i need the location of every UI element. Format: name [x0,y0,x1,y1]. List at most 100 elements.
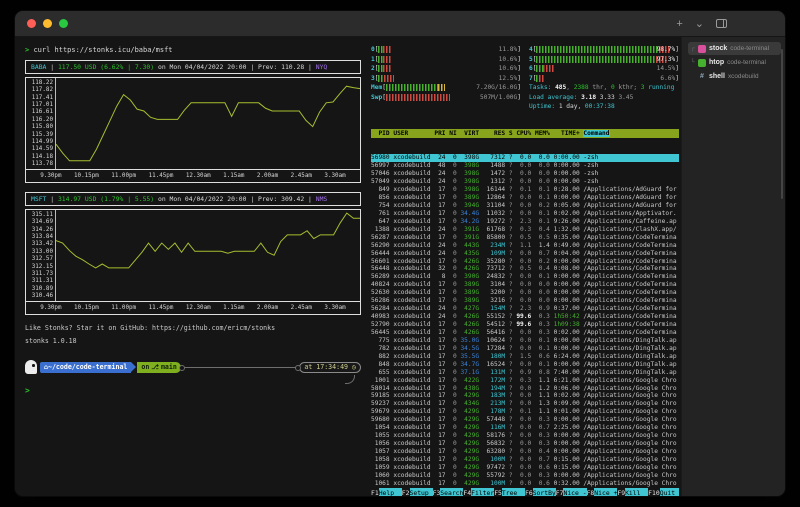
fkey-tree[interactable]: F5Tree [494,488,525,497]
y-tick-label: 311.31 [26,278,53,284]
fkey-search[interactable]: F3Search [433,488,464,497]
baba-chart-header: BABA | 117.50 USD (6.62% | 7.30) on Mon … [25,60,361,74]
stonks-terminal-pane[interactable]: > curl https://stonks.icu/baba/msft BABA… [15,37,367,497]
process-table: PID USER PRI NI VIRT RES S CPU% MEM% TIM… [371,114,679,489]
fkey-nice-[interactable]: F8Nice + [587,488,618,497]
msft-y-axis-labels: 315.11314.69314.26313.84313.42313.00312.… [26,210,56,301]
x-tick-label: 11.45pm [149,173,174,179]
process-table-header[interactable]: PID USER PRI NI VIRT RES S CPU% MEM% TIM… [371,129,679,138]
fkey-help[interactable]: F1Help [371,488,402,497]
chevron-down-icon[interactable]: ⌄ [695,19,704,29]
pane-title: stock [709,45,727,52]
process-row[interactable]: 57049 xcodebuild 24 0 398G 1312 ? 0.0 0.… [371,178,679,186]
y-tick-label: 116.61 [26,109,53,115]
process-row[interactable]: 56448 xcodebuild 32 0 426G 73712 ? 0.5 0… [371,265,679,273]
split-panes-icon[interactable] [716,19,727,28]
process-row[interactable]: 856 xcodebuild 17 0 389G 12864 ? 0.0 0.1… [371,194,679,202]
process-row[interactable]: 1060 xcodebuild 17 0 429G 55792 ? 0.0 0.… [371,472,679,480]
sidebar-item-stock[interactable]: ┌stockcode-terminal [688,42,781,55]
x-tick-label: 9.30pm [40,173,61,179]
traffic-lights [27,19,68,28]
process-row[interactable]: 1388 xcodebuild 24 0 391G 61768 ? 0.3 0.… [371,226,679,234]
process-row[interactable]: 849 xcodebuild 17 0 398G 16144 ? 0.1 0.1… [371,186,679,194]
y-tick-label: 313.00 [26,249,53,255]
stock-pane-icon [698,45,706,53]
y-tick-label: 313.42 [26,241,53,247]
powerline-arrow [131,362,136,372]
y-tick-label: 117.01 [26,102,53,108]
process-row[interactable]: 56284 xcodebuild 24 0 427G 154M ? 2.3 0.… [371,305,679,313]
process-row[interactable]: 52790 xcodebuild 17 0 426G 54512 ? 99.6 … [371,321,679,329]
process-row[interactable]: 59185 xcodebuild 17 0 429G 183M ? 0.0 1.… [371,392,679,400]
titlebar-toolbar: + ⌄ [676,19,727,29]
process-row[interactable]: 56601 xcodebuild 17 0 426G 35280 ? 0.0 0… [371,258,679,266]
y-tick-label: 113.78 [26,161,53,167]
hash-icon: # [698,73,706,80]
process-row[interactable]: 882 xcodebuild 17 0 35.5G 180M ? 1.5 0.6… [371,353,679,361]
sidebar-item-shell[interactable]: #shellxcodebuild [688,70,781,83]
new-pane-button[interactable]: + [676,19,682,29]
fkey-sortby[interactable]: F6SortBy [525,488,556,497]
process-row[interactable]: 59679 xcodebuild 17 0 429G 178M ? 0.1 1.… [371,408,679,416]
sidebar-item-htop[interactable]: └htopcode-terminal [688,56,781,69]
process-row[interactable]: 57046 xcodebuild 24 0 398G 1472 ? 0.0 0.… [371,170,679,178]
process-row[interactable]: 56445 xcodebuild 17 0 426G 56416 ? 0.0 0… [371,329,679,337]
cpu-meter-7: 7[6.6%] [529,74,679,84]
process-row[interactable]: 56997 xcodebuild 48 0 398G 1488 ? 0.0 0.… [371,162,679,170]
htop-pane[interactable]: 0[11.8%]1[10.6%]2[10.6%]3[12.5%]Mem[7.20… [367,37,681,497]
x-tick-label: 11.00pm [111,305,136,311]
htop-function-keys: F1Help F2Setup F3SearchF4FilterF5Tree F6… [371,488,679,497]
shell-cursor[interactable]: > [25,386,361,395]
process-row[interactable]: 52630 xcodebuild 17 0 389G 3200 ? 0.0 0.… [371,289,679,297]
cwd-path: ~/code/code-terminal [48,363,127,371]
sidebar-scrollbar[interactable] [781,49,783,199]
cwd-pill: ⌂ ~/code/code-terminal [40,362,131,373]
y-tick-label: 312.57 [26,256,53,262]
process-row[interactable]: 647 xcodebuild 17 0 34.2G 19272 ? 2.3 0.… [371,218,679,226]
fkey-filter[interactable]: F4Filter [463,488,494,497]
x-tick-label: 3.30am [324,305,345,311]
process-row[interactable]: 56290 xcodebuild 24 0 443G 234M ? 1.1 1.… [371,242,679,250]
process-row[interactable]: 56289 xcodebuild 8 0 390G 24832 ? 0.0 0.… [371,273,679,281]
process-row[interactable]: 1058 xcodebuild 17 0 429G 100M ? 0.0 0.7… [371,456,679,464]
x-tick-label: 10.15pm [74,173,99,179]
fkey-kill[interactable]: F9Kill [617,488,648,497]
pane-title: htop [709,59,724,66]
time-text: at 17:34:49 [304,363,348,371]
process-row[interactable]: 754 xcodebuild 17 0 394G 31104 ? 0.0 0.2… [371,202,679,210]
process-row[interactable]: 59680 xcodebuild 17 0 429G 57448 ? 0.0 0… [371,416,679,424]
process-row[interactable]: 40824 xcodebuild 17 0 389G 3104 ? 0.0 0.… [371,281,679,289]
process-row[interactable]: 40983 xcodebuild 24 0 426G 55152 ? 99.6 … [371,313,679,321]
process-row[interactable]: 1056 xcodebuild 17 0 429G 56832 ? 0.0 0.… [371,440,679,448]
process-row[interactable]: 761 xcodebuild 17 0 34.4G 11032 ? 0.0 0.… [371,210,679,218]
process-row[interactable]: 58014 xcodebuild 17 0 438G 194M ? 0.0 1.… [371,385,679,393]
close-button[interactable] [27,19,36,28]
process-row[interactable]: 775 xcodebuild 17 0 35.0G 10624 ? 0.0 0.… [371,337,679,345]
baba-stock-chart: BABA | 117.50 USD (6.62% | 7.30) on Mon … [25,60,361,183]
process-row[interactable]: 1054 xcodebuild 17 0 429G 116M ? 0.0 0.7… [371,424,679,432]
process-row[interactable]: 1055 xcodebuild 17 0 429G 58176 ? 0.0 0.… [371,432,679,440]
msft-stock-chart: MSFT | 314.97 USD (1.79% | 5.55) on Mon … [25,192,361,315]
process-row[interactable]: 655 xcodebuild 17 0 37.1G 131M ? 0.9 0.8… [371,369,679,377]
process-row[interactable]: 56287 xcodebuild 17 0 391G 85800 ? 0.5 0… [371,234,679,242]
process-row[interactable]: 1057 xcodebuild 17 0 429G 63280 ? 0.0 0.… [371,448,679,456]
process-row[interactable]: 59237 xcodebuild 17 0 434G 213M ? 0.0 1.… [371,400,679,408]
minimize-button[interactable] [43,19,52,28]
process-row[interactable]: 56444 xcodebuild 24 0 435G 109M ? 0.0 0.… [371,250,679,258]
baba-x-axis-labels: 9.30pm10.15pm11.00pm11.45pm12.30am1.15am… [26,170,360,182]
fkey-quit[interactable]: F10Quit [648,488,679,497]
fkey-nice-[interactable]: F7Nice - [556,488,587,497]
process-row[interactable]: 1059 xcodebuild 17 0 429G 97472 ? 0.0 0.… [371,464,679,472]
process-row[interactable]: 1061 xcodebuild 17 0 429G 100M ? 0.0 0.6… [371,480,679,488]
process-row[interactable]: 848 xcodebuild 17 0 34.7G 16524 ? 0.0 0.… [371,361,679,369]
window-titlebar: + ⌄ [15,11,785,37]
process-row[interactable]: 56980 xcodebuild 24 0 398G 7312 ? 0.0 0.… [371,154,679,162]
zoom-button[interactable] [59,19,68,28]
process-row[interactable]: 56286 xcodebuild 17 0 389G 3216 ? 0.0 0.… [371,297,679,305]
msft-x-axis-labels: 9.30pm10.15pm11.00pm11.45pm12.30am1.15am… [26,302,360,314]
process-row[interactable]: 782 xcodebuild 17 0 34.5G 17284 ? 0.0 0.… [371,345,679,353]
fkey-setup[interactable]: F2Setup [402,488,433,497]
y-tick-label: 117.41 [26,95,53,101]
process-row[interactable]: 1001 xcodebuild 17 0 422G 172M ? 0.3 1.1… [371,377,679,385]
y-tick-label: 114.18 [26,154,53,160]
